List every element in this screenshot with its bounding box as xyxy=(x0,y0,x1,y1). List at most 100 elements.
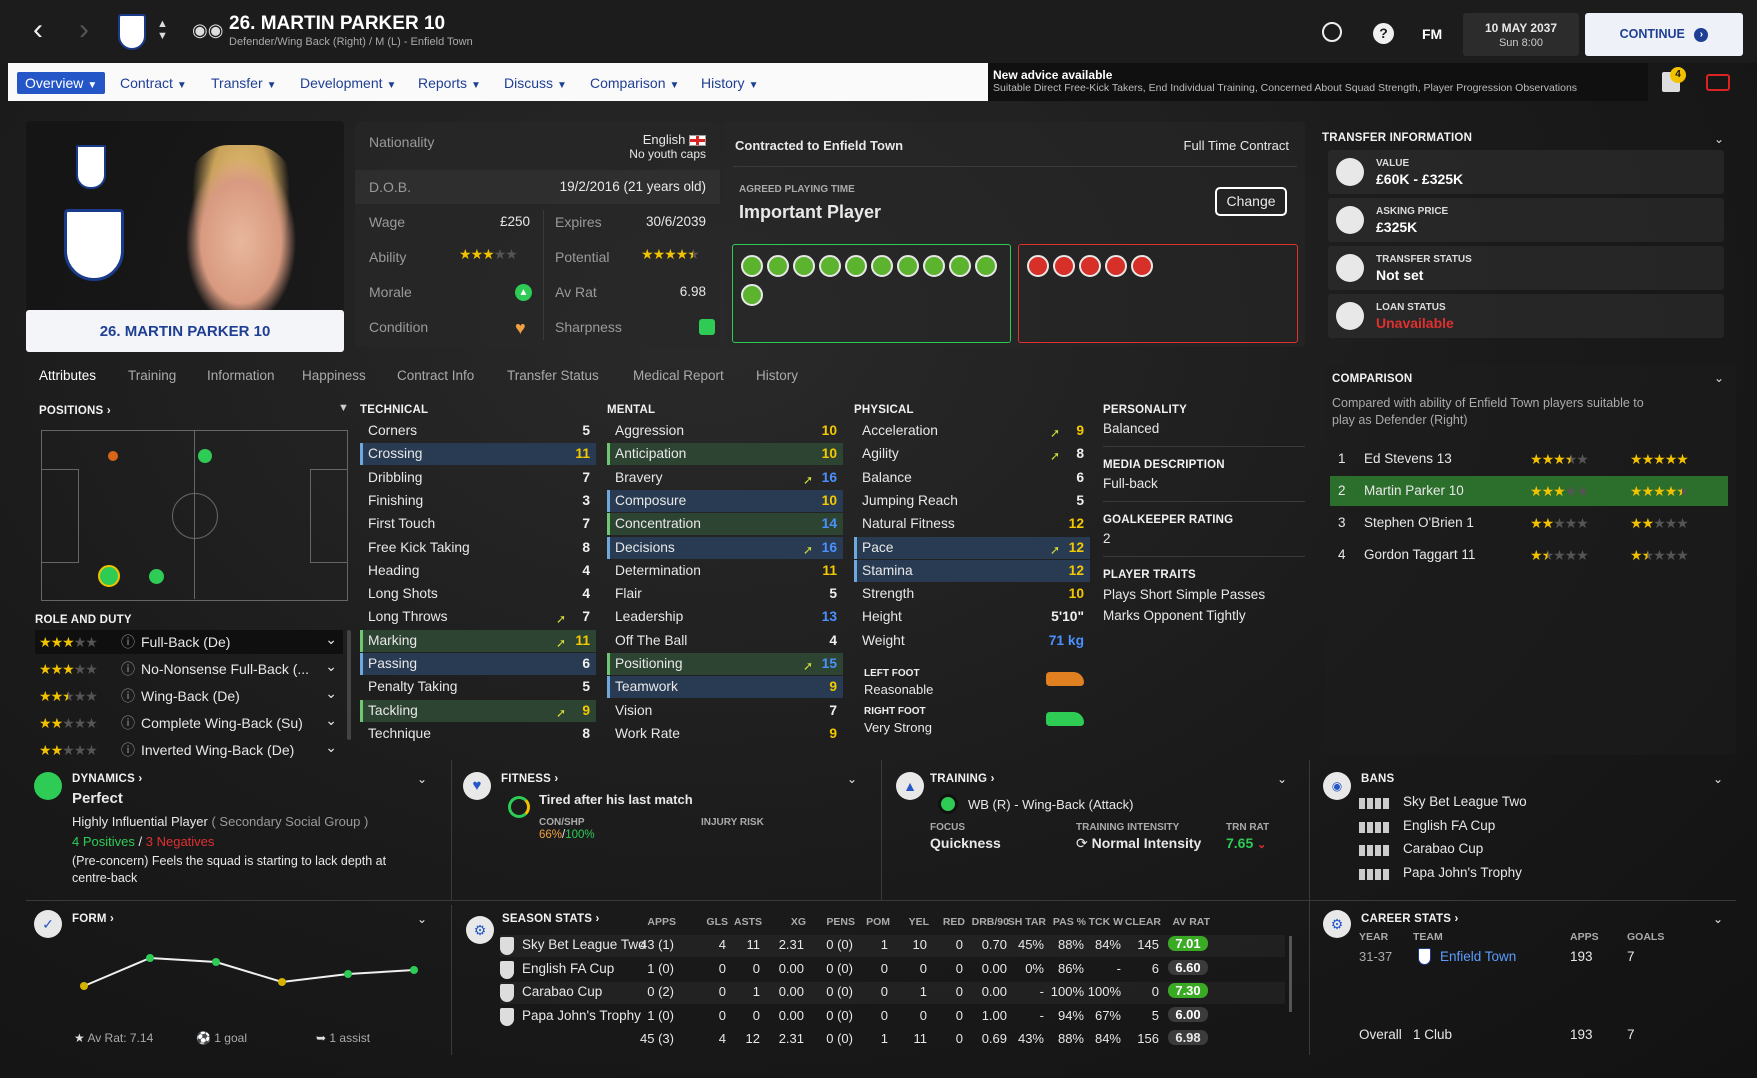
attribute-row[interactable]: Natural Fitness 12 xyxy=(854,513,1090,535)
attribute-row[interactable]: Crossing 11 xyxy=(360,443,596,466)
binoculars-icon[interactable]: ◉◉ xyxy=(192,20,223,41)
positive-trait-icon[interactable] xyxy=(975,255,997,277)
menu-comparison[interactable]: Comparison ▼ xyxy=(590,72,679,94)
role-row[interactable]: ★★★★★ ⓘ Inverted Wing-Back (De) ⌄ xyxy=(35,738,343,762)
tab-training[interactable]: Training xyxy=(128,368,176,383)
tab-transfer-status[interactable]: Transfer Status xyxy=(507,368,599,383)
attribute-row[interactable]: Finishing 3 xyxy=(360,490,596,512)
menu-history[interactable]: History ▼ xyxy=(701,72,758,94)
form-point[interactable] xyxy=(344,970,352,978)
player-switch-icon[interactable]: ▲ ▼ xyxy=(157,18,168,42)
attribute-row[interactable]: Positioning ➚ 15 xyxy=(607,653,843,675)
positive-trait-icon[interactable] xyxy=(949,255,971,277)
positive-trait-icon[interactable] xyxy=(923,255,945,277)
season-row[interactable]: Carabao Cup 0 (2) 0 1 0.00 0 (0) 0 1 0 0.00-100% 1… xyxy=(500,982,1285,1004)
attribute-row[interactable]: Work Rate 9 xyxy=(607,723,843,745)
positive-trait-icon[interactable] xyxy=(741,255,763,277)
attribute-row[interactable]: Corners 5 xyxy=(360,420,596,442)
career-collapse-icon[interactable]: ⌄ xyxy=(1713,912,1723,926)
negative-trait-icon[interactable] xyxy=(1053,255,1075,277)
attribute-row[interactable]: Strength 10 xyxy=(854,583,1090,605)
fitness-title[interactable]: FITNESS › xyxy=(501,773,558,785)
chevron-down-icon[interactable]: ⌄ xyxy=(325,627,337,651)
attribute-row[interactable]: Heading 4 xyxy=(360,560,596,582)
season-row[interactable]: Papa John's Trophy 1 (0) 0 0 0.00 0 (0) 0 0 0 1.0… xyxy=(500,1006,1285,1028)
positions-label[interactable]: POSITIONS › xyxy=(39,405,111,417)
tab-happiness[interactable]: Happiness xyxy=(302,368,366,383)
positive-trait-icon[interactable] xyxy=(871,255,893,277)
info-icon[interactable]: ⓘ xyxy=(121,715,135,731)
tab-contract-info[interactable]: Contract Info xyxy=(397,368,474,383)
role-row[interactable]: ★★★★★ ⓘ Wing-Back (De) ⌄ xyxy=(35,684,343,708)
attribute-row[interactable]: Penalty Taking 5 xyxy=(360,676,596,698)
training-collapse-icon[interactable]: ⌄ xyxy=(1277,772,1287,786)
negative-trait-icon[interactable] xyxy=(1105,255,1127,277)
menu-reports[interactable]: Reports ▼ xyxy=(418,72,481,94)
attribute-row[interactable]: Composure 10 xyxy=(607,489,843,512)
career-team-link[interactable]: Enfield Town xyxy=(1440,949,1516,964)
attribute-row[interactable]: Long Throws ➚ 7 xyxy=(360,606,596,628)
attribute-row[interactable]: Determination 11 xyxy=(607,560,843,582)
help-icon[interactable]: ? xyxy=(1373,23,1394,44)
comparison-row[interactable]: 2 Martin Parker 10 ★★★★★ ★★★★★ xyxy=(1330,476,1728,506)
season-stats-title[interactable]: SEASON STATS › xyxy=(502,913,600,925)
info-icon[interactable]: ⓘ xyxy=(121,634,135,650)
positive-trait-icon[interactable] xyxy=(767,255,789,277)
info-icon[interactable]: ⓘ xyxy=(121,661,135,677)
dynamics-title[interactable]: DYNAMICS › xyxy=(72,773,142,785)
role-row[interactable]: ★★★★★ ⓘ Complete Wing-Back (Su) ⌄ xyxy=(35,711,343,735)
attribute-row[interactable]: Tackling ➚ 9 xyxy=(360,699,596,722)
attribute-row[interactable]: Acceleration ➚ 9 xyxy=(854,420,1090,442)
training-title[interactable]: TRAINING › xyxy=(930,773,995,785)
dynamics-collapse-icon[interactable]: ⌄ xyxy=(417,772,427,786)
positive-trait-icon[interactable] xyxy=(741,284,763,306)
attribute-row[interactable]: Jumping Reach 5 xyxy=(854,490,1090,512)
back-arrow-icon[interactable]: ‹ xyxy=(24,15,52,46)
career-stats-title[interactable]: CAREER STATS › xyxy=(1361,913,1459,925)
tab-attributes[interactable]: Attributes xyxy=(39,368,96,383)
form-point[interactable] xyxy=(212,958,220,966)
positive-trait-icon[interactable] xyxy=(793,255,815,277)
negative-trait-icon[interactable] xyxy=(1131,255,1153,277)
fitness-collapse-icon[interactable]: ⌄ xyxy=(847,772,857,786)
menu-overview[interactable]: Overview ▼ xyxy=(17,72,106,94)
attribute-row[interactable]: Passing 6 xyxy=(360,653,596,675)
form-point[interactable] xyxy=(410,966,418,974)
attribute-row[interactable]: Dribbling 7 xyxy=(360,467,596,489)
menu-development[interactable]: Development ▼ xyxy=(300,72,396,94)
role-list-scrollbar[interactable] xyxy=(347,630,351,740)
menu-discuss[interactable]: Discuss ▼ xyxy=(504,72,567,94)
tab-medical-report[interactable]: Medical Report xyxy=(633,368,724,383)
bans-collapse-icon[interactable]: ⌄ xyxy=(1713,772,1723,786)
menu-contract[interactable]: Contract ▼ xyxy=(120,72,187,94)
attribute-row[interactable]: Stamina 12 xyxy=(854,559,1090,582)
role-row[interactable]: ★★★★★ ⓘ No-Nonsense Full-Back (... ⌄ xyxy=(35,657,343,681)
attribute-row[interactable]: Height 5'10" xyxy=(854,606,1090,628)
form-point[interactable] xyxy=(278,978,286,986)
attribute-row[interactable]: Off The Ball 4 xyxy=(607,630,843,652)
attribute-row[interactable]: First Touch 7 xyxy=(360,513,596,535)
attribute-row[interactable]: Agility ➚ 8 xyxy=(854,443,1090,465)
attribute-row[interactable]: Long Shots 4 xyxy=(360,583,596,605)
date-display[interactable]: 10 MAY 2037 Sun 8:00 xyxy=(1463,13,1579,56)
comparison-row[interactable]: 3 Stephen O'Brien 1 ★★★★★ ★★★★★ xyxy=(1330,508,1728,538)
season-scrollbar[interactable] xyxy=(1289,936,1292,1012)
tab-history[interactable]: History xyxy=(756,368,798,383)
attribute-row[interactable]: Flair 5 xyxy=(607,583,843,605)
change-button[interactable]: Change xyxy=(1215,187,1287,216)
chevron-down-icon[interactable]: ⌄ xyxy=(325,735,337,759)
attribute-row[interactable]: Weight 71 kg xyxy=(854,630,1090,652)
role-row[interactable]: ★★★★★ ⓘ Full-Back (De) ⌄ xyxy=(35,630,343,654)
info-icon[interactable]: ⓘ xyxy=(121,688,135,704)
attribute-row[interactable]: Vision 7 xyxy=(607,700,843,722)
fm-menu-button[interactable]: FM xyxy=(1422,26,1442,42)
attribute-row[interactable]: Pace ➚ 12 xyxy=(854,536,1090,559)
chevron-down-icon[interactable]: ⌄ xyxy=(325,681,337,705)
comparison-row[interactable]: 1 Ed Stevens 13 ★★★★★ ★★★★★ xyxy=(1330,444,1728,474)
attribute-row[interactable]: Technique 8 xyxy=(360,723,596,745)
advice-banner[interactable]: New advice available Suitable Direct Fre… xyxy=(988,63,1648,101)
info-icon[interactable]: ⓘ xyxy=(121,742,135,758)
form-collapse-icon[interactable]: ⌄ xyxy=(417,912,427,926)
attribute-row[interactable]: Teamwork 9 xyxy=(607,676,843,699)
attribute-row[interactable]: Marking ➚ 11 xyxy=(360,629,596,652)
